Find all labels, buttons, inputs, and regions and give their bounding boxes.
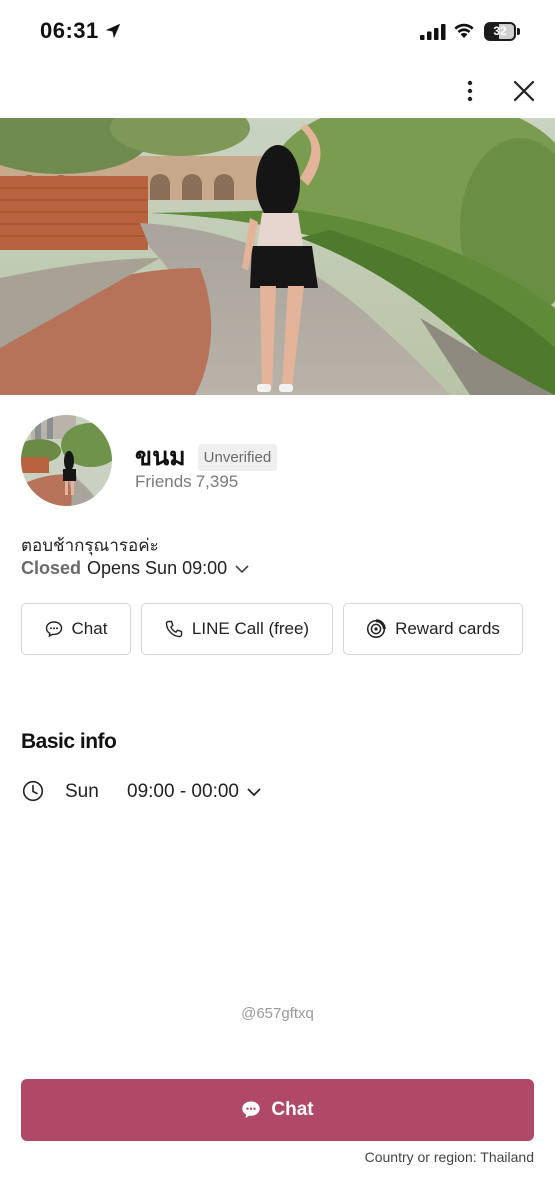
account-id: @657gftxq [241,1005,314,1022]
battery-icon: 32 [484,22,520,41]
more-options-button[interactable] [455,76,485,106]
hours-summary[interactable]: Closed Opens Sun 09:00 [21,558,249,579]
avatar[interactable] [21,415,112,506]
chat-bubble-icon [45,621,62,638]
friends-count: Friends 7,395 [135,472,238,492]
main-chat-button[interactable]: Chat [21,1079,534,1141]
business-hours-toggle[interactable]: 09:00 - 00:00 [127,781,261,803]
status-bar: 06:31 32 [0,0,555,62]
more-vertical-icon [467,80,473,102]
status-time: 06:31 [40,18,99,43]
phone-icon [165,620,183,638]
main-chat-label: Chat [271,1099,314,1120]
cellular-signal-icon [420,24,446,40]
profile-name-row: ขนม Unverified [135,437,278,477]
close-icon [513,80,535,102]
chat-bubble-icon [242,1101,261,1118]
wifi-icon [454,23,474,38]
basic-info-title: Basic info [21,730,117,753]
clock-icon [22,780,44,802]
business-hours: 09:00 - 00:00 [127,781,239,802]
location-arrow-icon [105,23,121,39]
cover-photo[interactable] [0,118,555,395]
reward-cards-button[interactable]: Reward cards [343,603,523,655]
business-day: Sun [65,781,99,802]
line-call-label: LINE Call (free) [191,619,310,638]
hours-next: Opens Sun 09:00 [87,558,228,578]
chevron-down-icon [235,564,249,573]
country-region: Country or region: Thailand [364,1149,534,1165]
reward-card-icon [367,619,386,639]
chat-button-label: Chat [71,619,108,638]
profile-name: ขนม [135,443,186,471]
friends-label: Friends [135,472,192,491]
unverified-badge: Unverified [197,443,278,471]
chat-button[interactable]: Chat [21,603,131,655]
close-button[interactable] [509,76,539,106]
line-call-button[interactable]: LINE Call (free) [141,603,333,655]
reward-cards-label: Reward cards [395,619,500,638]
chevron-down-icon [247,788,261,797]
hours-state: Closed [21,558,82,578]
status-message: ตอบช้ากรุณารอค่ะ [21,536,159,555]
battery-level: 32 [493,24,507,38]
friends-number: 7,395 [195,472,239,491]
